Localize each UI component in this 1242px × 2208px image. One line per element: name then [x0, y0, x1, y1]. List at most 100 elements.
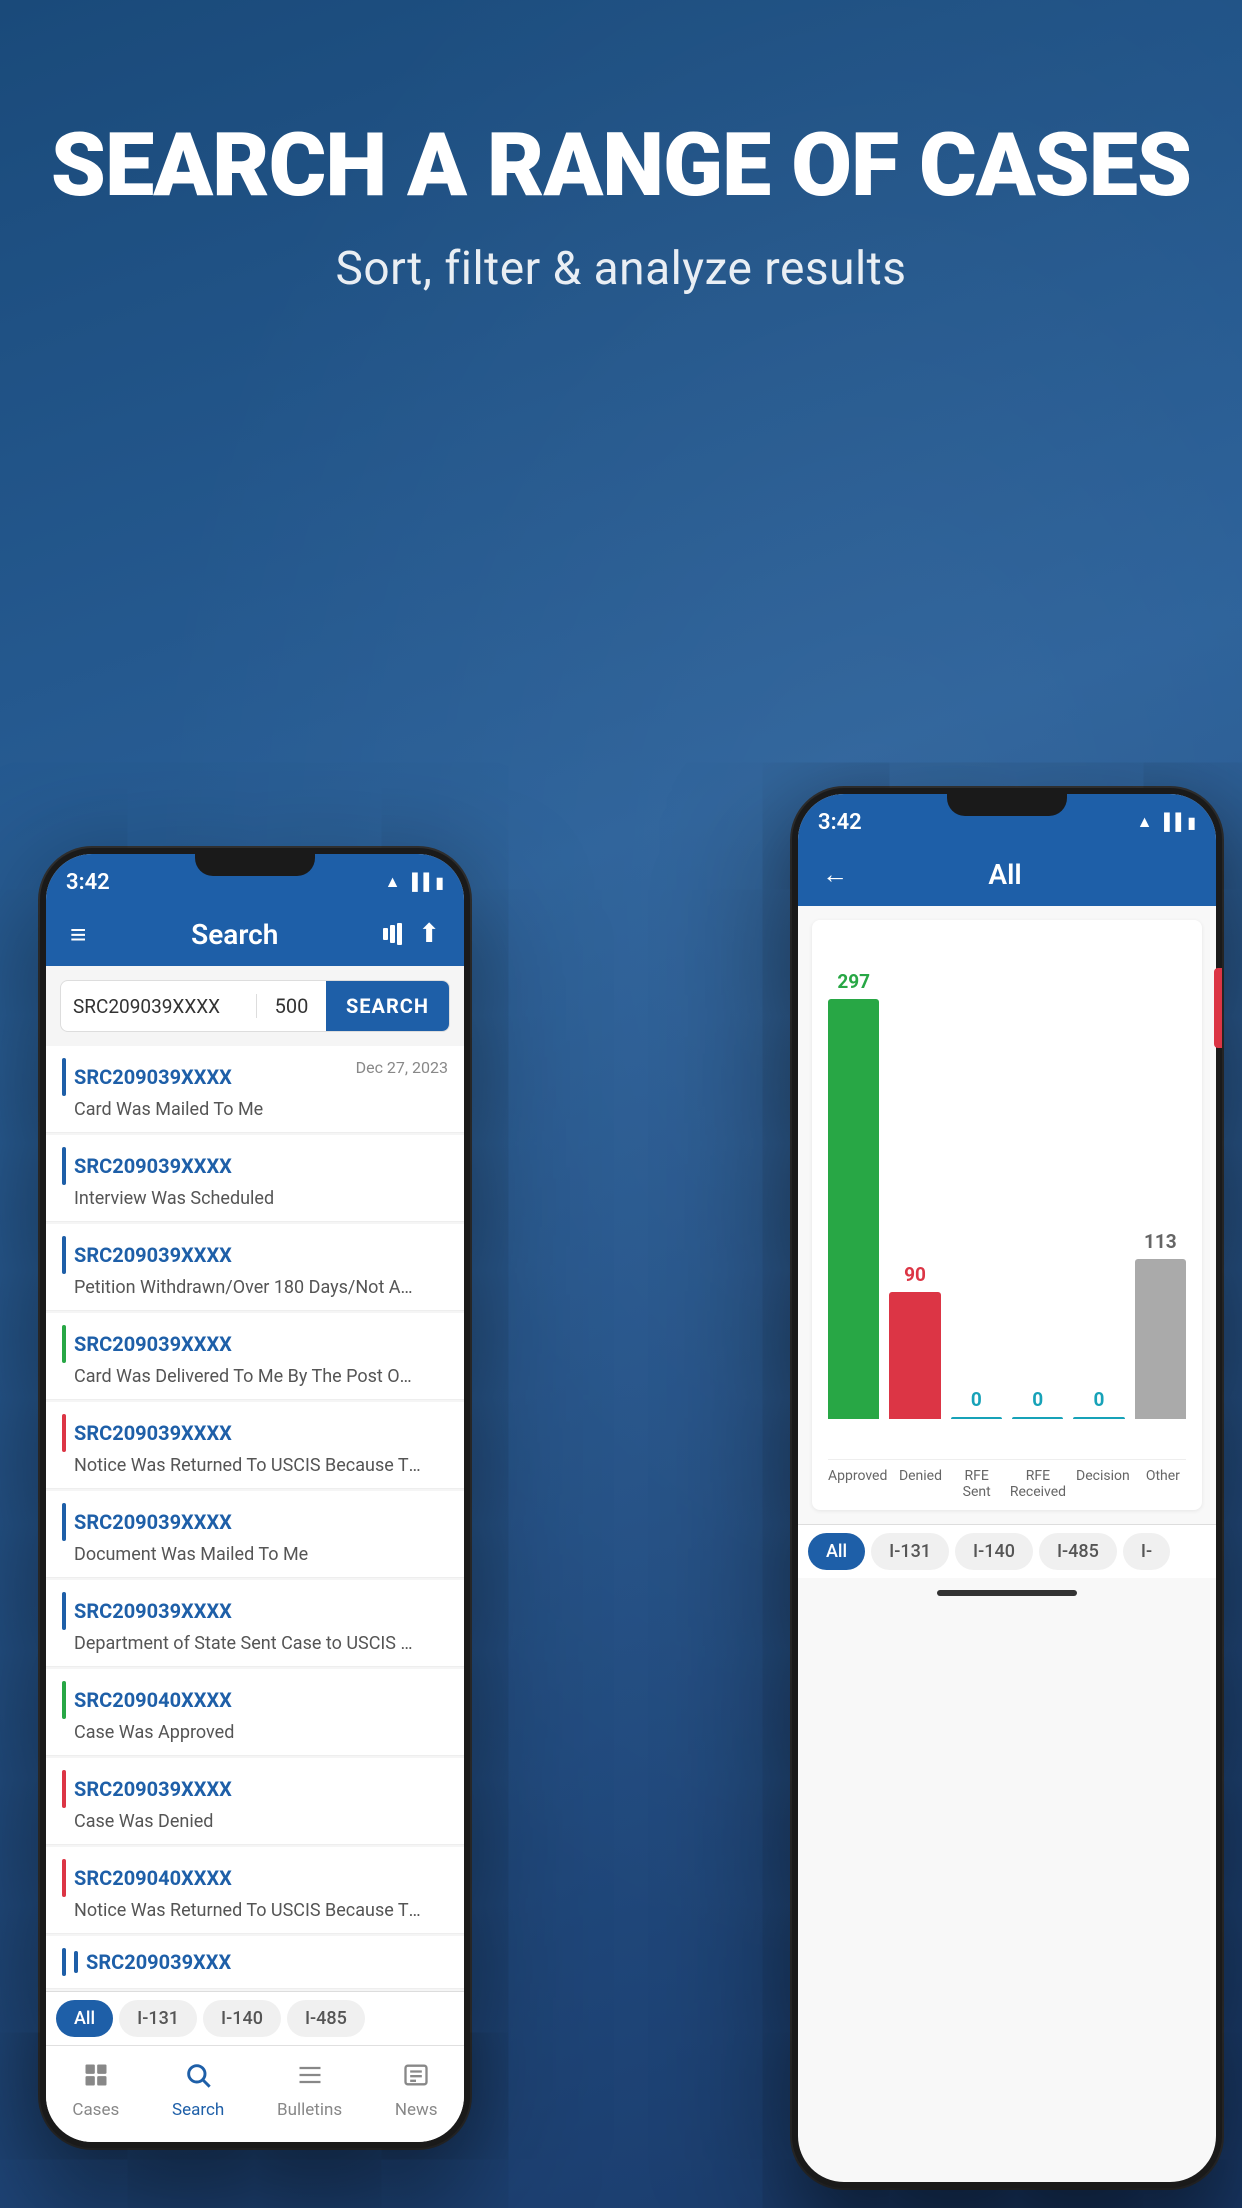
phone1-nav-title: Search — [191, 918, 278, 951]
case-status: Petition Withdrawn/Over 180 Days/Not Aut… — [62, 1277, 422, 1298]
phone2-status-icons: ▲ ▐▐ ▮ — [1137, 812, 1196, 832]
bar-value: 0 — [1094, 1388, 1105, 1411]
list-item[interactable]: SRC209039XXXX Card Was Delivered To Me B… — [46, 1313, 464, 1400]
nav-label-cases: Cases — [72, 2100, 119, 2120]
case-status: Case Was Approved — [62, 1722, 422, 1743]
chart-label: Other — [1140, 1468, 1186, 1500]
case-status: Department of State Sent Case to USCIS F… — [62, 1633, 422, 1654]
case-status: Notice Was Returned To USCIS Because The… — [62, 1900, 422, 1921]
phone2-screen: 3:42 ▲ ▐▐ ▮ ← All 297 90 0 0 — [798, 794, 1216, 2182]
filter-tab2[interactable]: I-131 — [871, 1533, 949, 1570]
nav-icon-cases — [82, 2061, 110, 2096]
phone1-search-bar[interactable]: SRC209039XXXX 500 SEARCH — [60, 980, 450, 1032]
chart-label: RFE Sent — [954, 1468, 1000, 1500]
case-id: SRC209039XXXX — [74, 1421, 232, 1445]
chart-labels: ApprovedDeniedRFE SentRFE ReceivedDecisi… — [828, 1468, 1186, 1500]
phone1-notch — [195, 848, 315, 876]
phones-container: 3:42 ▲ ▐▐ ▮ ≡ Search ⬆ — [0, 628, 1242, 2208]
list-item[interactable]: SRC209039XXXX Case Was Denied — [46, 1758, 464, 1845]
chart-label: Denied — [897, 1468, 943, 1500]
search-button[interactable]: SEARCH — [326, 981, 449, 1031]
bar-value: 0 — [1032, 1388, 1043, 1411]
bar — [828, 999, 879, 1419]
phone1-status-icons: ▲ ▐▐ ▮ — [385, 872, 444, 892]
chart-label: Decision — [1076, 1468, 1130, 1500]
list-item[interactable]: SRC209039XXXX Department of State Sent C… — [46, 1580, 464, 1667]
case-status: Notice Was Returned To USCIS Because The… — [62, 1455, 422, 1476]
case-list: SRC209039XXXX Dec 27, 2023 Card Was Mail… — [46, 1046, 464, 1991]
list-item[interactable]: SRC209040XXXX Notice Was Returned To USC… — [46, 1847, 464, 1934]
bottom-nav-item[interactable]: Search — [172, 2061, 224, 2120]
chart-bar-wrap: 297 — [828, 940, 879, 1419]
bar — [1073, 1417, 1124, 1419]
case-id: SRC209040XXXX — [74, 1866, 232, 1890]
filter-tab[interactable]: All — [56, 2000, 113, 2037]
wifi-icon2: ▲ — [1137, 812, 1153, 832]
filter-tab[interactable]: I-140 — [203, 2000, 281, 2037]
phone2-notch — [947, 788, 1067, 816]
phone2-home-indicator — [937, 1590, 1077, 1596]
chart-label: Approved — [828, 1468, 887, 1500]
filter-tab[interactable]: I-485 — [287, 2000, 365, 2037]
list-item[interactable]: SRC209039XXXX Interview Was Scheduled — [46, 1135, 464, 1222]
back-button[interactable]: ← — [822, 859, 848, 890]
search-count-input[interactable]: 500 — [256, 994, 326, 1018]
phone1-nav-bar: ≡ Search ⬆ — [46, 902, 464, 966]
case-id: SRC209039XXXX — [74, 1332, 232, 1356]
filter-tab[interactable]: I-131 — [119, 2000, 197, 2037]
scroll-indicator — [1214, 968, 1222, 1048]
bar-value: 0 — [971, 1388, 982, 1411]
case-number-input[interactable]: SRC209039XXXX — [61, 995, 256, 1018]
battery-icon2: ▮ — [1187, 813, 1196, 832]
list-item[interactable]: SRC209040XXXX Case Was Approved — [46, 1669, 464, 1756]
case-status: Card Was Delivered To Me By The Post Off… — [62, 1366, 422, 1387]
nav-label-search: Search — [172, 2100, 224, 2120]
filter-tab2[interactable]: All — [808, 1533, 865, 1570]
bottom-nav-item[interactable]: Bulletins — [277, 2061, 342, 2120]
bar-value: 90 — [904, 1263, 926, 1286]
bar — [889, 1292, 940, 1419]
bar — [1135, 1259, 1186, 1419]
list-item[interactable]: SRC209039XXXX Document Was Mailed To Me — [46, 1491, 464, 1578]
chart-icon[interactable] — [383, 919, 402, 949]
list-item[interactable]: SRC209039XXXX Dec 27, 2023 Card Was Mail… — [46, 1046, 464, 1133]
case-status: Case Was Denied — [62, 1811, 422, 1832]
phone2-time: 3:42 — [818, 810, 862, 835]
phone2-filter-tabs: AllI-131I-140I-485I- — [798, 1524, 1216, 1578]
bar — [1012, 1417, 1063, 1419]
signal-icon: ▐▐ — [407, 872, 430, 892]
phone2-nav-title: All — [988, 858, 1021, 891]
filter-tab2[interactable]: I-140 — [955, 1533, 1033, 1570]
bar-value: 297 — [837, 970, 870, 993]
list-item[interactable]: SRC209039XXXX Petition Withdrawn/Over 18… — [46, 1224, 464, 1311]
nav-label-bulletins: Bulletins — [277, 2100, 342, 2120]
signal-icon2: ▐▐ — [1159, 812, 1182, 832]
filter-tab2[interactable]: I-485 — [1039, 1533, 1117, 1570]
bar-value: 113 — [1144, 1230, 1177, 1253]
menu-icon[interactable]: ≡ — [70, 918, 86, 951]
case-id: SRC209039XXXX — [74, 1154, 232, 1178]
chart-bar-wrap: 0 — [1073, 940, 1124, 1419]
case-date: Dec 27, 2023 — [356, 1058, 448, 1077]
bar — [951, 1417, 1002, 1419]
list-item[interactable]: SRC209039XXXX Notice Was Returned To USC… — [46, 1402, 464, 1489]
list-item[interactable]: SRC209039XXX — [46, 1936, 464, 1989]
case-status: Interview Was Scheduled — [62, 1188, 422, 1209]
hero-subtitle: Sort, filter & analyze results — [0, 242, 1242, 296]
filter-tab2[interactable]: I- — [1123, 1533, 1170, 1570]
nav-icon-bulletins — [296, 2061, 324, 2096]
bottom-nav-item[interactable]: Cases — [72, 2061, 119, 2120]
chart-bar-wrap: 90 — [889, 940, 940, 1419]
bottom-nav-item[interactable]: News — [395, 2061, 438, 2120]
case-id: SRC209039XXXX — [74, 1243, 232, 1267]
case-id: SRC209039XXXX — [74, 1599, 232, 1623]
nav-icon-search — [184, 2061, 212, 2096]
chart-bar-wrap: 113 — [1135, 940, 1186, 1419]
nav-icon-news — [402, 2061, 430, 2096]
case-id: SRC209039XXXX — [74, 1510, 232, 1534]
hero-title: SEARCH A RANGE OF CASES — [0, 120, 1242, 212]
case-id: SRC209039XXXX — [74, 1065, 232, 1089]
chart-bar-wrap: 0 — [951, 940, 1002, 1419]
share-icon[interactable]: ⬆ — [418, 919, 440, 949]
phone2-nav-bar: ← All — [798, 842, 1216, 906]
